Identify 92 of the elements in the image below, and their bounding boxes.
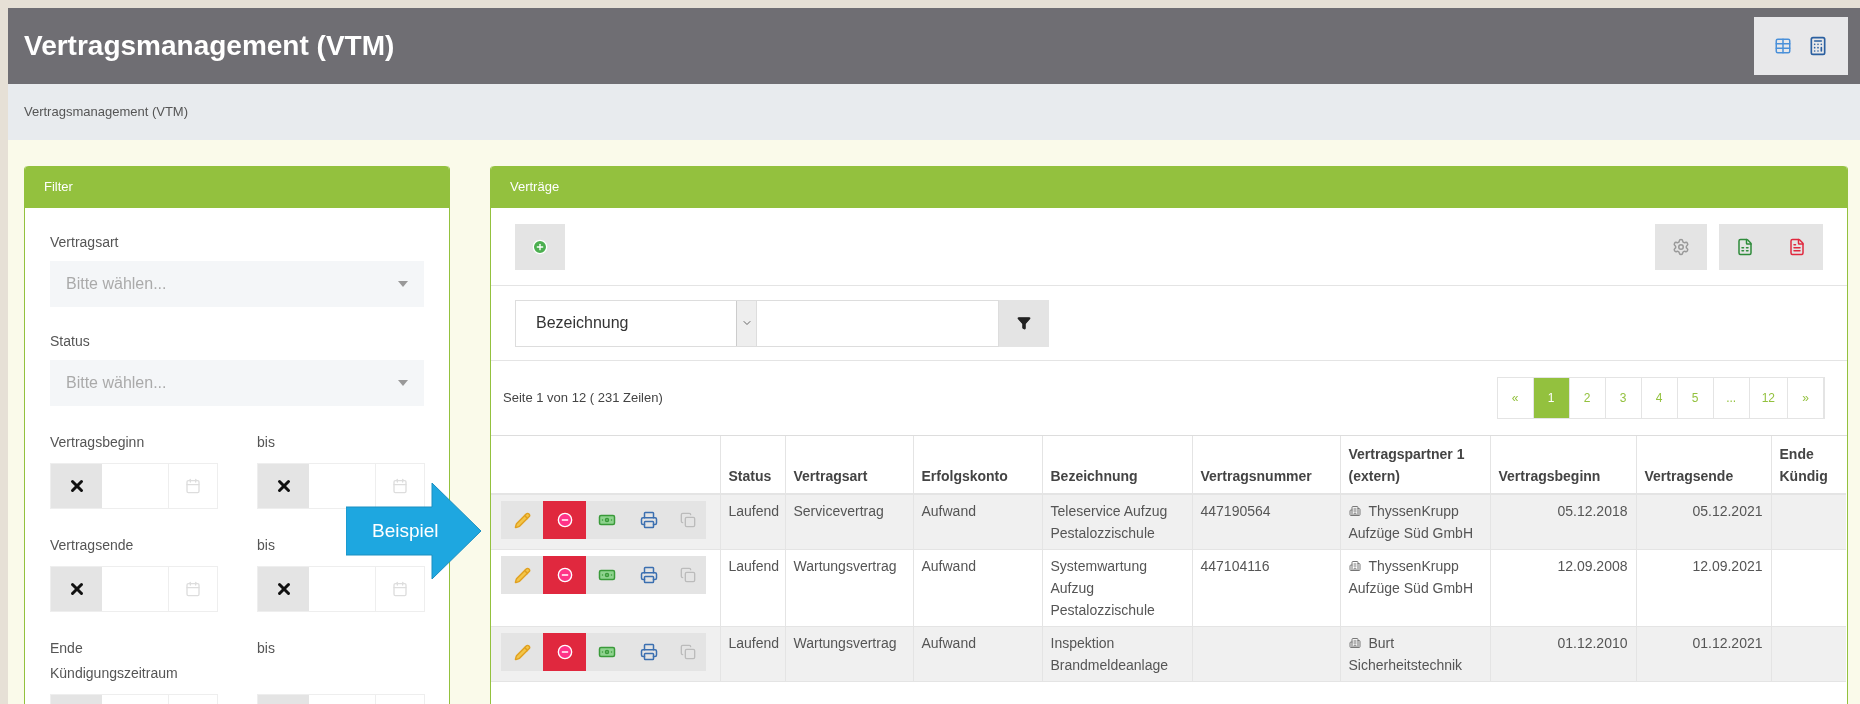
calendar-icon bbox=[185, 581, 201, 597]
column-header[interactable]: Status bbox=[728, 465, 777, 487]
calculator-icon bbox=[1808, 36, 1828, 56]
column-header[interactable]: Vertragsart bbox=[793, 465, 905, 487]
table-cell: Laufend bbox=[728, 503, 780, 519]
page-info: Seite 1 von 12 ( 231 Zeilen) bbox=[503, 389, 663, 408]
field-label: Vertragsende bbox=[50, 536, 135, 555]
table-cell: Aufwand bbox=[921, 503, 976, 519]
field-label: Status bbox=[50, 332, 91, 351]
table-cell: Laufend bbox=[728, 558, 780, 574]
field-label: bis bbox=[257, 536, 276, 555]
printer-icon bbox=[640, 511, 658, 529]
copy-icon bbox=[680, 644, 696, 660]
pencil-icon bbox=[513, 566, 531, 584]
table-icon bbox=[1774, 37, 1792, 55]
table-cell: Aufwand bbox=[921, 635, 976, 651]
table-cell: 12.09.2021 bbox=[1692, 558, 1763, 574]
field-label: bis bbox=[257, 639, 276, 658]
pencil-icon bbox=[513, 511, 531, 529]
column-header[interactable]: Vertragsnummer bbox=[1200, 465, 1332, 487]
panel-title: Verträge bbox=[510, 178, 560, 197]
date-input-group[interactable] bbox=[257, 566, 425, 612]
table-view-button[interactable] bbox=[1774, 37, 1792, 55]
field-label: Vertragsart bbox=[50, 233, 120, 252]
clear-button[interactable] bbox=[258, 567, 309, 611]
table-cell: 447104116 bbox=[1200, 558, 1270, 574]
search-input[interactable] bbox=[757, 299, 999, 347]
filter-icon bbox=[1017, 316, 1031, 330]
column-header[interactable]: Bezeichnung bbox=[1050, 465, 1184, 487]
company-icon bbox=[1348, 637, 1361, 649]
clear-button[interactable] bbox=[51, 567, 102, 611]
callout-arrow: Beispiel bbox=[346, 483, 481, 579]
caret-icon bbox=[398, 380, 408, 386]
table-cell: Inspektion Brandmeldeanlage bbox=[1050, 635, 1169, 673]
minus-circle-icon bbox=[556, 512, 573, 528]
minus-circle-icon bbox=[556, 644, 573, 660]
table-cell: ThyssenKrupp Aufzüge Süd GmbH bbox=[1348, 503, 1473, 541]
column-header[interactable]: Erfolgskonto bbox=[921, 465, 1034, 487]
date-input-group[interactable] bbox=[50, 463, 218, 509]
panel-title: Filter bbox=[44, 178, 73, 197]
settings-button[interactable] bbox=[1655, 223, 1707, 270]
add-icon bbox=[532, 238, 548, 255]
clear-button[interactable] bbox=[258, 464, 309, 508]
pencil-icon bbox=[513, 643, 531, 661]
company-icon bbox=[1348, 505, 1361, 517]
field-label: Vertragsbeginn bbox=[50, 433, 146, 452]
company-icon bbox=[1348, 560, 1361, 572]
clear-button[interactable] bbox=[51, 464, 102, 508]
document-icon bbox=[1788, 237, 1806, 256]
date-input-group[interactable] bbox=[50, 566, 218, 612]
calendar-icon bbox=[392, 581, 408, 597]
breadcrumb[interactable]: Vertragsmanagement (VTM) bbox=[24, 102, 188, 122]
printer-icon bbox=[640, 566, 658, 584]
table-cell: Wartungsvertrag bbox=[793, 558, 897, 574]
table-cell: 05.12.2021 bbox=[1692, 503, 1763, 519]
table-cell: Laufend bbox=[728, 635, 780, 651]
table-cell: Wartungsvertrag bbox=[793, 635, 897, 651]
field-label: Ende Kündigungszeitraum bbox=[50, 639, 179, 683]
printer-icon bbox=[640, 643, 658, 661]
delete-button[interactable] bbox=[543, 556, 586, 594]
add-button[interactable] bbox=[515, 223, 565, 270]
page-title: Vertragsmanagement (VTM) bbox=[24, 29, 395, 63]
column-header[interactable]: Ende Kündig bbox=[1779, 443, 1838, 487]
table-cell: Servicevertrag bbox=[793, 503, 884, 519]
copy-icon bbox=[680, 512, 696, 528]
calendar-icon bbox=[185, 478, 201, 494]
table-cell: 01.12.2010 bbox=[1557, 635, 1628, 651]
copy-icon bbox=[680, 567, 696, 583]
table-cell: 447190564 bbox=[1200, 503, 1271, 519]
column-header[interactable]: Vertragspartner 1 (extern) bbox=[1348, 443, 1482, 487]
caret-icon bbox=[398, 281, 408, 287]
calculator-view-button[interactable] bbox=[1808, 36, 1828, 56]
field-label: bis bbox=[257, 433, 276, 452]
table-cell: ThyssenKrupp Aufzüge Süd GmbH bbox=[1348, 558, 1473, 596]
delete-button[interactable] bbox=[543, 501, 586, 539]
table-cell: 12.09.2008 bbox=[1557, 558, 1628, 574]
filter-button[interactable] bbox=[999, 299, 1049, 347]
column-header[interactable]: Vertragsende bbox=[1644, 465, 1763, 487]
column-header[interactable]: Vertragsbeginn bbox=[1498, 465, 1628, 487]
table-cell: Teleservice Aufzug Pestalozzischule bbox=[1050, 503, 1168, 541]
delete-button[interactable] bbox=[543, 633, 586, 671]
column-select[interactable]: Bezeichnung bbox=[515, 299, 757, 347]
spreadsheet-icon bbox=[1736, 237, 1754, 256]
settings-icon bbox=[1672, 237, 1690, 256]
table-cell: Burt Sicherheitstechnik bbox=[1348, 635, 1463, 673]
calendar-icon bbox=[392, 478, 408, 494]
table-cell: Aufwand bbox=[921, 558, 976, 574]
table-cell: 01.12.2021 bbox=[1692, 635, 1763, 651]
date-input-group[interactable] bbox=[257, 463, 425, 509]
table-cell: Systemwartung Aufzug Pestalozzischule bbox=[1050, 558, 1155, 618]
minus-circle-icon bbox=[556, 567, 573, 583]
table-cell: 05.12.2018 bbox=[1557, 503, 1628, 519]
